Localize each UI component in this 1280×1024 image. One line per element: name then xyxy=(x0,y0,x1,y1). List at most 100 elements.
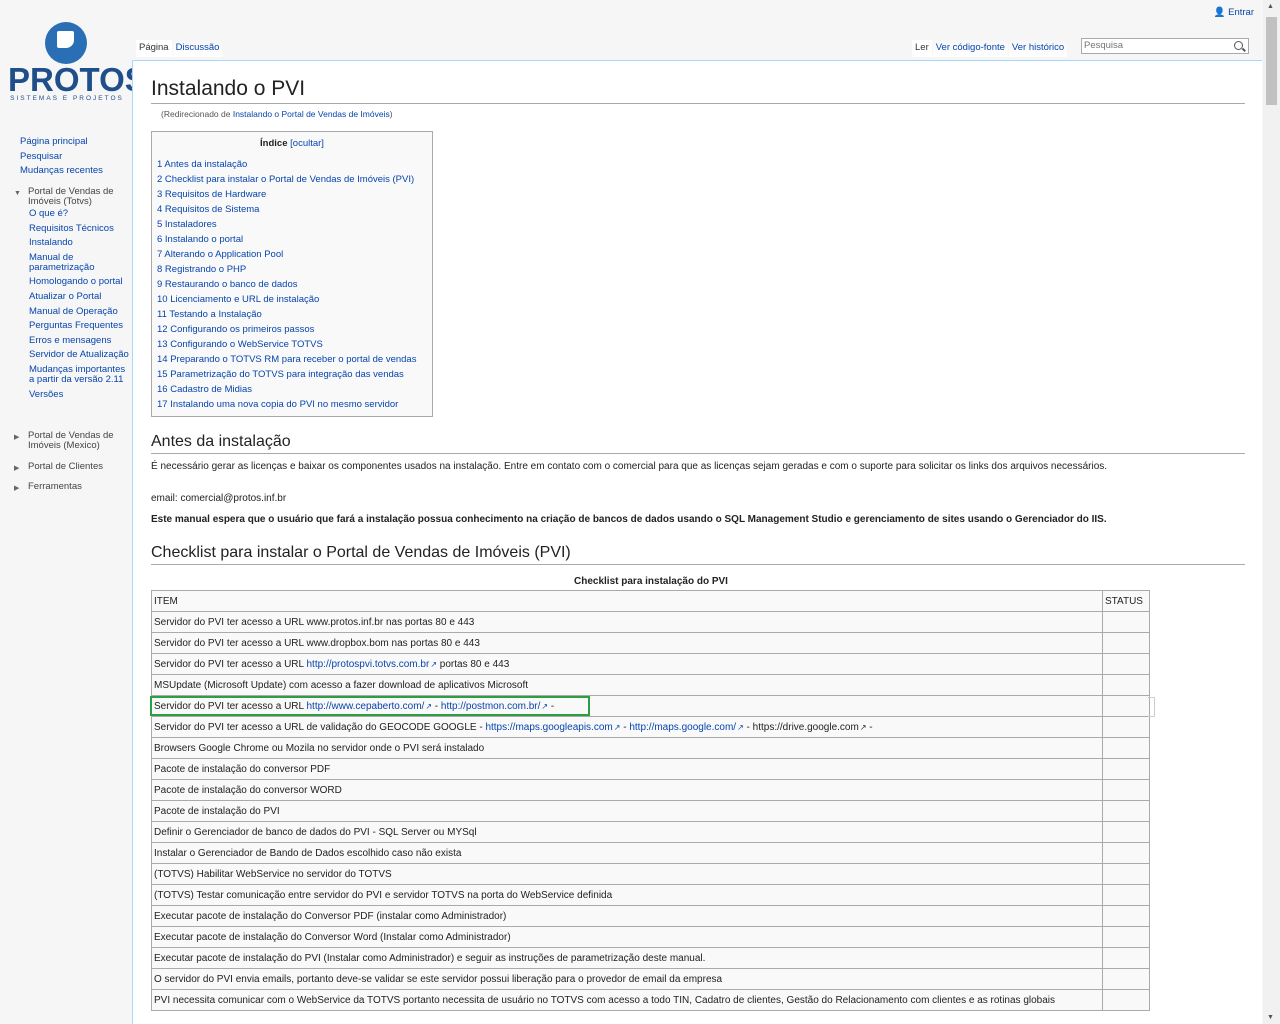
table-header-row: ITEM STATUS xyxy=(151,590,1150,612)
search-icon[interactable] xyxy=(1234,41,1243,50)
item-text: Servidor do PVI ter acesso a URL xyxy=(154,700,307,712)
tab-pagina[interactable]: Página xyxy=(136,40,172,57)
status-cell xyxy=(1102,674,1150,696)
sidebar-section-ferramentas[interactable]: ▶ Ferramentas xyxy=(14,482,82,493)
redirect-note: (Redirecionado de Instalando o Portal de… xyxy=(161,109,393,119)
item-cell: Pacote de instalação do conversor WORD xyxy=(151,779,1103,801)
main-content: Instalando o PVI (Redirecionado de Insta… xyxy=(132,60,1262,1024)
table-row: PVI necessita comunicar com o WebService… xyxy=(151,989,1150,1011)
toc-item[interactable]: 8 Registrando o PHP xyxy=(157,264,246,275)
tab-ver-historico[interactable]: Ver histórico xyxy=(1008,40,1068,57)
sidebar-item-requisitos[interactable]: Requisitos Técnicos xyxy=(29,223,114,234)
sidebar-item-instalando[interactable]: Instalando xyxy=(29,237,73,248)
logo-tagline: SISTEMAS E PROJETOS xyxy=(10,95,124,102)
redirect-source-link[interactable]: Instalando o Portal de Vendas de Imóveis xyxy=(233,109,390,119)
tab-ler[interactable]: Ler xyxy=(912,40,932,57)
external-link[interactable]: http://protospvi.totvs.com.br xyxy=(306,659,437,670)
sidebar-item-erros[interactable]: Erros e mensagens xyxy=(29,335,111,346)
toc-item[interactable]: 17 Instalando uma nova copia do PVI no m… xyxy=(157,399,398,410)
item-text: - xyxy=(866,721,873,733)
external-link[interactable]: http://maps.google.com/ xyxy=(629,722,743,733)
item-text: portas 80 e 443 xyxy=(437,658,510,670)
search-input[interactable] xyxy=(1082,39,1224,52)
item-cell: Servidor do PVI ter acesso a URL http://… xyxy=(151,695,1103,717)
table-row: Pacote de instalação do conversor PDF xyxy=(151,758,1150,780)
scroll-down-icon[interactable]: ▼ xyxy=(1267,1014,1274,1021)
table-of-contents: Índice [ocultar] 1 Antes da instalação 2… xyxy=(151,131,433,417)
sidebar-item-perguntas[interactable]: Perguntas Frequentes xyxy=(29,320,123,331)
toc-toggle-link[interactable]: [ocultar] xyxy=(290,138,324,149)
page-scrollbar[interactable]: ▲ ▼ xyxy=(1263,0,1280,1024)
toc-item[interactable]: 14 Preparando o TOTVS RM para receber o … xyxy=(157,354,416,365)
toc-item[interactable]: 6 Instalando o portal xyxy=(157,234,243,245)
nav-main-page-link[interactable]: Página principal xyxy=(20,136,88,147)
external-link[interactable]: https://drive.google.com xyxy=(753,722,867,733)
portal-totvs-items: O que é? Requisitos Técnicos Instalando … xyxy=(29,209,129,404)
table-row: Definir o Gerenciador de banco de dados … xyxy=(151,821,1150,843)
external-link[interactable]: http://postmon.com.br/ xyxy=(441,701,548,712)
sidebar-item-o-que-e[interactable]: O que é? xyxy=(29,208,68,219)
nav-search-link[interactable]: Pesquisar xyxy=(20,151,62,162)
sidebar-section-portal-clientes[interactable]: ▶ Portal de Clientes xyxy=(14,462,103,473)
table-row: Servidor do PVI ter acesso a URL www.pro… xyxy=(151,611,1150,633)
sidebar-item-versoes[interactable]: Versões xyxy=(29,389,63,400)
sidebar-item-homologando[interactable]: Homologando o portal xyxy=(29,276,122,287)
status-cell xyxy=(1102,821,1150,843)
sidebar-item-mudancas-importantes[interactable]: Mudanças importantes a partir da versão … xyxy=(29,364,125,385)
login-link[interactable]: 👤 Entrar xyxy=(1214,7,1254,18)
toc-item[interactable]: 1 Antes da instalação xyxy=(157,159,247,170)
item-text: - xyxy=(743,721,753,733)
tab-discussao[interactable]: Discussão xyxy=(172,40,223,57)
toc-item[interactable]: 10 Licenciamento e URL de instalação xyxy=(157,294,319,305)
external-link[interactable]: https://maps.googleapis.com xyxy=(485,722,620,733)
sidebar-section-portal-totvs[interactable]: ▼ Portal de Vendas de Imóveis (Totvs) xyxy=(14,187,126,207)
item-cell: Executar pacote de instalação do PVI (In… xyxy=(151,947,1103,969)
external-link[interactable]: http://www.cepaberto.com/ xyxy=(306,701,432,712)
toc-item[interactable]: 13 Configurando o WebService TOTVS xyxy=(157,339,323,350)
redirect-suffix: ) xyxy=(389,109,393,119)
status-cell xyxy=(1102,695,1150,717)
table-row: Servidor do PVI ter acesso a URL http://… xyxy=(151,695,1150,717)
sidebar-section-label: Portal de Vendas de Imóveis (Mexico) xyxy=(28,430,114,451)
table-row: Servidor do PVI ter acesso a URL www.dro… xyxy=(151,632,1150,654)
item-cell: Definir o Gerenciador de banco de dados … xyxy=(151,821,1103,843)
item-cell: Browsers Google Chrome ou Mozila no serv… xyxy=(151,737,1103,759)
nav-recent-changes-link[interactable]: Mudanças recentes xyxy=(20,165,103,176)
toc-item[interactable]: 4 Requisitos de Sistema xyxy=(157,204,259,215)
table-caption: Checklist para instalação do PVI xyxy=(574,576,728,587)
toc-item[interactable]: 12 Configurando os primeiros passos xyxy=(157,324,314,335)
toc-item[interactable]: 16 Cadastro de Midias xyxy=(157,384,252,395)
sidebar-section-label: Portal de Vendas de Imóveis (Totvs) xyxy=(28,186,114,207)
item-text: Servidor do PVI ter acesso a URL de vali… xyxy=(154,721,486,733)
table-row: MSUpdate (Microsoft Update) com acesso a… xyxy=(151,674,1150,696)
prerequisite-note: Este manual espera que o usuário que far… xyxy=(151,514,1107,525)
toc-item[interactable]: 15 Parametrização do TOTVS para integraç… xyxy=(157,369,404,380)
tab-ver-codigo-fonte[interactable]: Ver código-fonte xyxy=(932,40,1008,57)
toc-item[interactable]: 9 Restaurando o banco de dados xyxy=(157,279,298,290)
scroll-up-icon[interactable]: ▲ xyxy=(1267,3,1274,10)
item-cell: Executar pacote de instalação do Convers… xyxy=(151,926,1103,948)
toc-title: Índice xyxy=(260,138,288,149)
column-header-status: STATUS xyxy=(1102,590,1150,612)
item-cell: Servidor do PVI ter acesso a URL de vali… xyxy=(151,716,1103,738)
toc-item[interactable]: 7 Alterando o Application Pool xyxy=(157,249,283,260)
sidebar-item-manual-operacao[interactable]: Manual de Operação xyxy=(29,306,118,317)
protos-logo[interactable]: PROTOS SISTEMAS E PROJETOS xyxy=(8,22,147,102)
table-row: Pacote de instalação do conversor WORD xyxy=(151,779,1150,801)
item-cell: (TOTVS) Habilitar WebService no servidor… xyxy=(151,863,1103,885)
sidebar-item-servidor-atualizacao[interactable]: Servidor de Atualização xyxy=(29,349,129,360)
sidebar-item-manual-parametrizacao[interactable]: Manual de parametrização xyxy=(29,252,94,273)
sidebar-item-atualizar[interactable]: Atualizar o Portal xyxy=(29,291,101,302)
toc-item[interactable]: 11 Testando a Instalação xyxy=(157,309,262,320)
status-cell xyxy=(1102,968,1150,990)
sidebar-section-portal-mexico[interactable]: ▶ Portal de Vendas de Imóveis (Mexico) xyxy=(14,431,126,451)
section-paragraph: É necessário gerar as licenças e baixar … xyxy=(151,461,1108,472)
item-text: - xyxy=(548,700,555,712)
scrollbar-thumb[interactable] xyxy=(1266,17,1277,105)
table-row: O servidor do PVI envia emails, portanto… xyxy=(151,968,1150,990)
toc-item[interactable]: 3 Requisitos de Hardware xyxy=(157,189,266,200)
toc-item[interactable]: 5 Instaladores xyxy=(157,219,217,230)
toc-item[interactable]: 2 Checklist para instalar o Portal de Ve… xyxy=(157,174,414,185)
table-row: Pacote de instalação do PVI xyxy=(151,800,1150,822)
table-row: Browsers Google Chrome ou Mozila no serv… xyxy=(151,737,1150,759)
